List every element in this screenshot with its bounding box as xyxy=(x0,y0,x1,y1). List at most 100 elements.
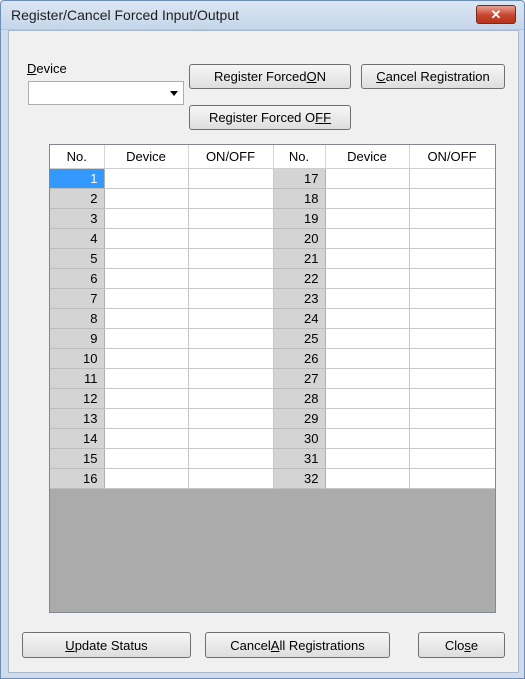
register-forced-off-button[interactable]: Register Forced OFF xyxy=(189,105,351,130)
row-number-cell[interactable]: 21 xyxy=(273,248,326,269)
row-number-cell[interactable]: 20 xyxy=(273,228,326,249)
table-row[interactable]: 11 27 xyxy=(50,368,495,389)
onoff-cell[interactable] xyxy=(409,248,495,269)
onoff-cell[interactable] xyxy=(409,348,495,369)
cancel-registration-button[interactable]: Cancel Registration xyxy=(361,64,505,89)
cancel-all-registrations-button[interactable]: Cancel All Registrations xyxy=(205,632,390,658)
onoff-cell[interactable] xyxy=(188,428,274,449)
row-number-cell[interactable]: 6 xyxy=(50,268,105,289)
onoff-cell[interactable] xyxy=(409,408,495,429)
device-cell[interactable] xyxy=(104,468,189,489)
device-cell[interactable] xyxy=(325,448,410,469)
row-number-cell[interactable]: 30 xyxy=(273,428,326,449)
onoff-cell[interactable] xyxy=(409,328,495,349)
device-cell[interactable] xyxy=(104,228,189,249)
row-number-cell[interactable]: 31 xyxy=(273,448,326,469)
header-device-left[interactable]: Device xyxy=(104,145,189,169)
row-number-cell[interactable]: 19 xyxy=(273,208,326,229)
row-number-cell[interactable]: 12 xyxy=(50,388,105,409)
table-row[interactable]: 6 22 xyxy=(50,268,495,289)
row-number-cell[interactable]: 22 xyxy=(273,268,326,289)
device-cell[interactable] xyxy=(325,468,410,489)
onoff-cell[interactable] xyxy=(188,228,274,249)
row-number-cell[interactable]: 18 xyxy=(273,188,326,209)
row-number-cell[interactable]: 14 xyxy=(50,428,105,449)
row-number-cell[interactable]: 7 xyxy=(50,288,105,309)
row-number-cell[interactable]: 29 xyxy=(273,408,326,429)
onoff-cell[interactable] xyxy=(409,308,495,329)
onoff-cell[interactable] xyxy=(188,188,274,209)
onoff-cell[interactable] xyxy=(188,408,274,429)
row-number-cell[interactable]: 1 xyxy=(50,168,105,189)
onoff-cell[interactable] xyxy=(409,228,495,249)
row-number-cell[interactable]: 3 xyxy=(50,208,105,229)
table-row[interactable]: 12 28 xyxy=(50,388,495,409)
table-row[interactable]: 16 32 xyxy=(50,468,495,489)
table-row[interactable]: 7 23 xyxy=(50,288,495,309)
device-cell[interactable] xyxy=(325,248,410,269)
device-cell[interactable] xyxy=(104,308,189,329)
row-number-cell[interactable]: 24 xyxy=(273,308,326,329)
header-device-right[interactable]: Device xyxy=(325,145,410,169)
row-number-cell[interactable]: 8 xyxy=(50,308,105,329)
update-status-button[interactable]: Update Status xyxy=(22,632,191,658)
device-cell[interactable] xyxy=(104,448,189,469)
onoff-cell[interactable] xyxy=(409,208,495,229)
device-cell[interactable] xyxy=(104,408,189,429)
onoff-cell[interactable] xyxy=(409,288,495,309)
device-combobox[interactable] xyxy=(28,81,184,105)
close-button[interactable]: Clo s e xyxy=(418,632,505,658)
onoff-cell[interactable] xyxy=(188,388,274,409)
row-number-cell[interactable]: 15 xyxy=(50,448,105,469)
row-number-cell[interactable]: 11 xyxy=(50,368,105,389)
device-cell[interactable] xyxy=(325,348,410,369)
onoff-cell[interactable] xyxy=(409,188,495,209)
onoff-cell[interactable] xyxy=(409,388,495,409)
table-row[interactable]: 10 26 xyxy=(50,348,495,369)
device-cell[interactable] xyxy=(325,328,410,349)
device-cell[interactable] xyxy=(325,428,410,449)
device-cell[interactable] xyxy=(104,388,189,409)
table-row[interactable]: 15 31 xyxy=(50,448,495,469)
onoff-cell[interactable] xyxy=(188,468,274,489)
table-row[interactable]: 3 19 xyxy=(50,208,495,229)
header-no-right[interactable]: No. xyxy=(273,145,326,169)
table-row[interactable]: 9 25 xyxy=(50,328,495,349)
row-number-cell[interactable]: 26 xyxy=(273,348,326,369)
onoff-cell[interactable] xyxy=(188,288,274,309)
onoff-cell[interactable] xyxy=(188,168,274,189)
row-number-cell[interactable]: 27 xyxy=(273,368,326,389)
header-no-left[interactable]: No. xyxy=(50,145,105,169)
device-cell[interactable] xyxy=(325,228,410,249)
device-cell[interactable] xyxy=(104,208,189,229)
table-row[interactable]: 1 17 xyxy=(50,168,495,189)
onoff-cell[interactable] xyxy=(409,428,495,449)
row-number-cell[interactable]: 23 xyxy=(273,288,326,309)
onoff-cell[interactable] xyxy=(409,468,495,489)
device-cell[interactable] xyxy=(104,288,189,309)
device-cell[interactable] xyxy=(325,188,410,209)
row-number-cell[interactable]: 28 xyxy=(273,388,326,409)
device-cell[interactable] xyxy=(325,308,410,329)
onoff-cell[interactable] xyxy=(188,328,274,349)
row-number-cell[interactable]: 32 xyxy=(273,468,326,489)
device-cell[interactable] xyxy=(104,348,189,369)
device-cell[interactable] xyxy=(325,288,410,309)
table-row[interactable]: 14 30 xyxy=(50,428,495,449)
row-number-cell[interactable]: 9 xyxy=(50,328,105,349)
table-row[interactable]: 2 18 xyxy=(50,188,495,209)
device-cell[interactable] xyxy=(325,208,410,229)
row-number-cell[interactable]: 16 xyxy=(50,468,105,489)
onoff-cell[interactable] xyxy=(409,368,495,389)
onoff-cell[interactable] xyxy=(409,448,495,469)
row-number-cell[interactable]: 25 xyxy=(273,328,326,349)
onoff-cell[interactable] xyxy=(188,448,274,469)
onoff-cell[interactable] xyxy=(188,348,274,369)
onoff-cell[interactable] xyxy=(188,248,274,269)
onoff-cell[interactable] xyxy=(188,268,274,289)
device-cell[interactable] xyxy=(104,248,189,269)
device-cell[interactable] xyxy=(104,428,189,449)
device-cell[interactable] xyxy=(104,268,189,289)
row-number-cell[interactable]: 10 xyxy=(50,348,105,369)
device-cell[interactable] xyxy=(325,268,410,289)
